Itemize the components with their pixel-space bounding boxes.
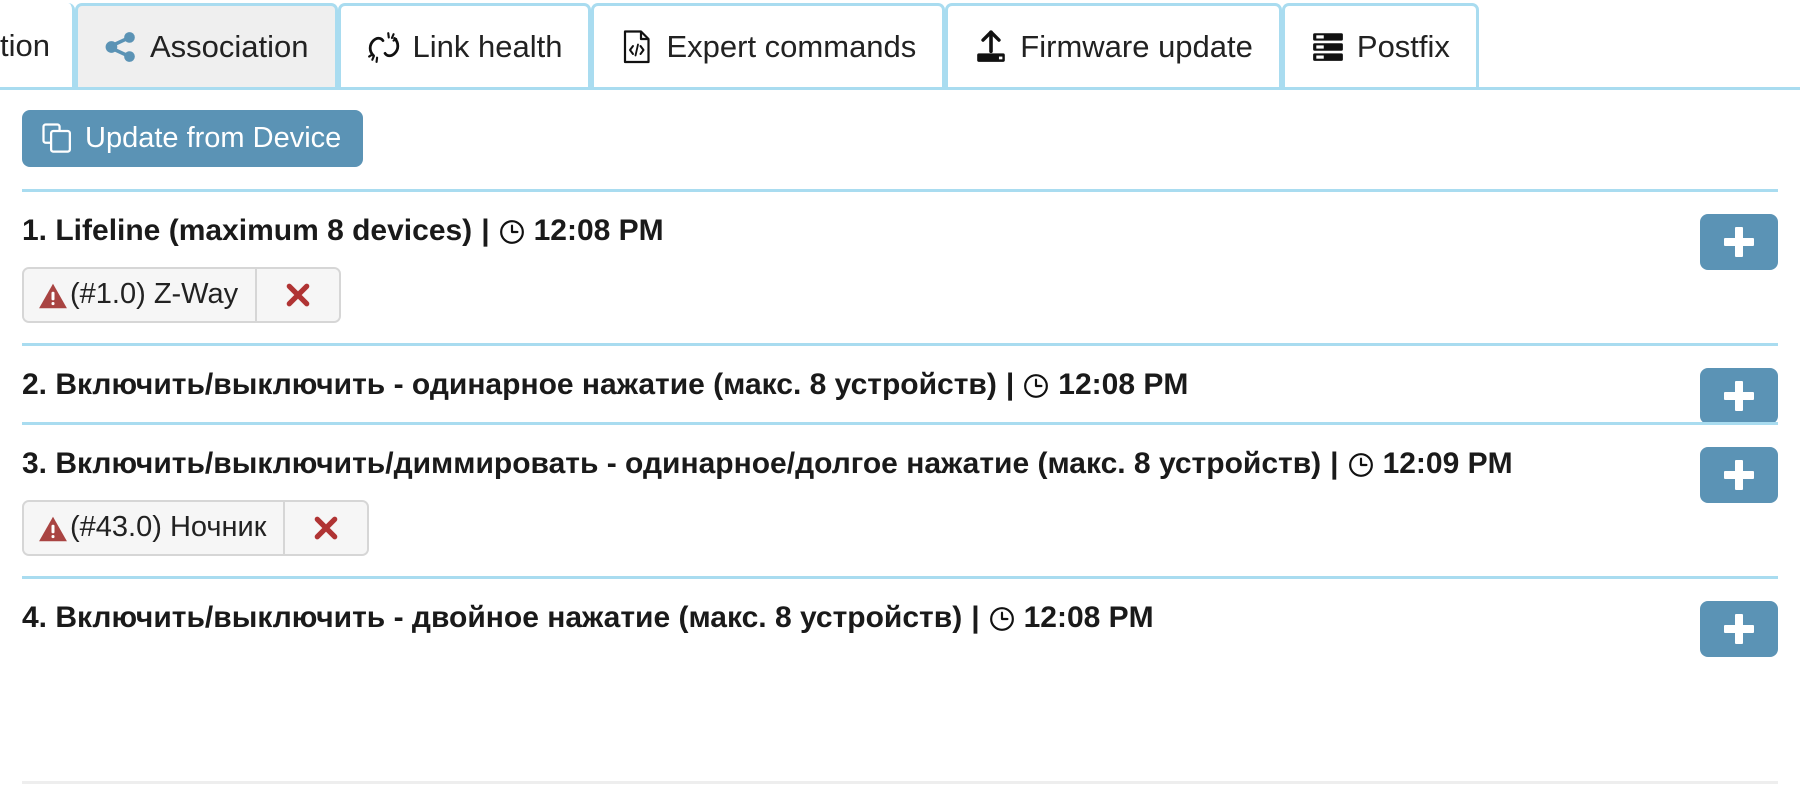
association-chip-label: (#1.0) Z-Way bbox=[70, 278, 238, 311]
close-icon bbox=[284, 281, 312, 309]
association-group: 2. Включить/выключить - одинарное нажати… bbox=[22, 343, 1778, 423]
add-association-button[interactable] bbox=[1700, 368, 1778, 424]
add-association-button[interactable] bbox=[1700, 601, 1778, 657]
tab-label: Link health bbox=[413, 31, 563, 62]
association-chip: (#43.0) Ночник bbox=[22, 500, 369, 556]
group-header: 2. Включить/выключить - одинарное нажати… bbox=[22, 368, 1778, 403]
server-stack-icon bbox=[1311, 30, 1345, 64]
bottom-divider bbox=[22, 781, 1778, 784]
clock-icon bbox=[989, 606, 1015, 632]
share-icon bbox=[104, 30, 138, 64]
tab-configuration[interactable]: tion bbox=[0, 3, 75, 87]
tab-label: Postfix bbox=[1357, 31, 1450, 62]
plus-icon bbox=[1724, 227, 1754, 257]
group-time: 12:08 PM bbox=[1058, 368, 1188, 403]
tab-link-health[interactable]: Link health bbox=[338, 3, 592, 87]
remove-association-button[interactable] bbox=[283, 502, 367, 554]
association-chip-label: (#43.0) Ночник bbox=[70, 511, 266, 544]
clock-icon bbox=[499, 219, 525, 245]
association-group-list: 1. Lifeline (maximum 8 devices) | 12:08 … bbox=[22, 189, 1778, 655]
group-title: 4. Включить/выключить - двойное нажатие … bbox=[22, 601, 962, 636]
title-time-separator: | bbox=[472, 214, 498, 249]
link-health-icon bbox=[367, 30, 401, 64]
close-icon bbox=[312, 514, 340, 542]
association-chip-body[interactable]: (#1.0) Z-Way bbox=[24, 269, 255, 321]
association-group: 4. Включить/выключить - двойное нажатие … bbox=[22, 576, 1778, 656]
title-time-separator: | bbox=[962, 601, 988, 636]
tab-expert-commands[interactable]: Expert commands bbox=[591, 3, 945, 87]
title-time-separator: | bbox=[997, 368, 1023, 403]
clock-icon bbox=[1023, 373, 1049, 399]
group-title: 2. Включить/выключить - одинарное нажати… bbox=[22, 368, 997, 403]
warning-triangle-icon bbox=[38, 515, 68, 543]
group-header: 4. Включить/выключить - двойное нажатие … bbox=[22, 601, 1778, 636]
update-from-device-button[interactable]: Update from Device bbox=[22, 110, 363, 167]
clock-icon bbox=[1348, 452, 1374, 478]
group-time: 12:08 PM bbox=[1024, 601, 1154, 636]
code-file-icon bbox=[620, 30, 654, 64]
group-time: 12:09 PM bbox=[1383, 447, 1513, 482]
toolbar: Update from Device bbox=[0, 90, 1800, 167]
group-title: 1. Lifeline (maximum 8 devices) bbox=[22, 214, 472, 249]
association-group: 3. Включить/выключить/диммировать - один… bbox=[22, 422, 1778, 576]
warning-triangle-icon bbox=[38, 282, 68, 310]
remove-association-button[interactable] bbox=[255, 269, 339, 321]
tab-postfix[interactable]: Postfix bbox=[1282, 3, 1479, 87]
association-chip-body[interactable]: (#43.0) Ночник bbox=[24, 502, 283, 554]
group-time: 12:08 PM bbox=[534, 214, 664, 249]
group-title: 3. Включить/выключить/диммировать - один… bbox=[22, 447, 1321, 482]
tab-label: Firmware update bbox=[1020, 31, 1253, 62]
title-time-separator: | bbox=[1321, 447, 1347, 482]
association-chip-list: (#43.0) Ночник bbox=[22, 500, 1778, 556]
tab-association[interactable]: Association bbox=[75, 3, 338, 87]
tab-label: Expert commands bbox=[666, 31, 916, 62]
association-chip-list: (#1.0) Z-Way bbox=[22, 267, 1778, 323]
plus-icon bbox=[1724, 460, 1754, 490]
add-association-button[interactable] bbox=[1700, 447, 1778, 503]
group-header: 3. Включить/выключить/диммировать - один… bbox=[22, 447, 1778, 482]
upload-device-icon bbox=[974, 30, 1008, 64]
plus-icon bbox=[1724, 381, 1754, 411]
tab-firmware-update[interactable]: Firmware update bbox=[945, 3, 1282, 87]
plus-icon bbox=[1724, 614, 1754, 644]
tab-label: tion bbox=[0, 30, 50, 61]
tab-label: Association bbox=[150, 31, 309, 62]
copy-icon bbox=[42, 123, 72, 153]
add-association-button[interactable] bbox=[1700, 214, 1778, 270]
association-chip: (#1.0) Z-Way bbox=[22, 267, 341, 323]
group-header: 1. Lifeline (maximum 8 devices) | 12:08 … bbox=[22, 214, 1778, 249]
tab-bar: tion Association Link health bbox=[0, 0, 1800, 90]
update-from-device-label: Update from Device bbox=[85, 124, 341, 153]
association-group: 1. Lifeline (maximum 8 devices) | 12:08 … bbox=[22, 189, 1778, 343]
